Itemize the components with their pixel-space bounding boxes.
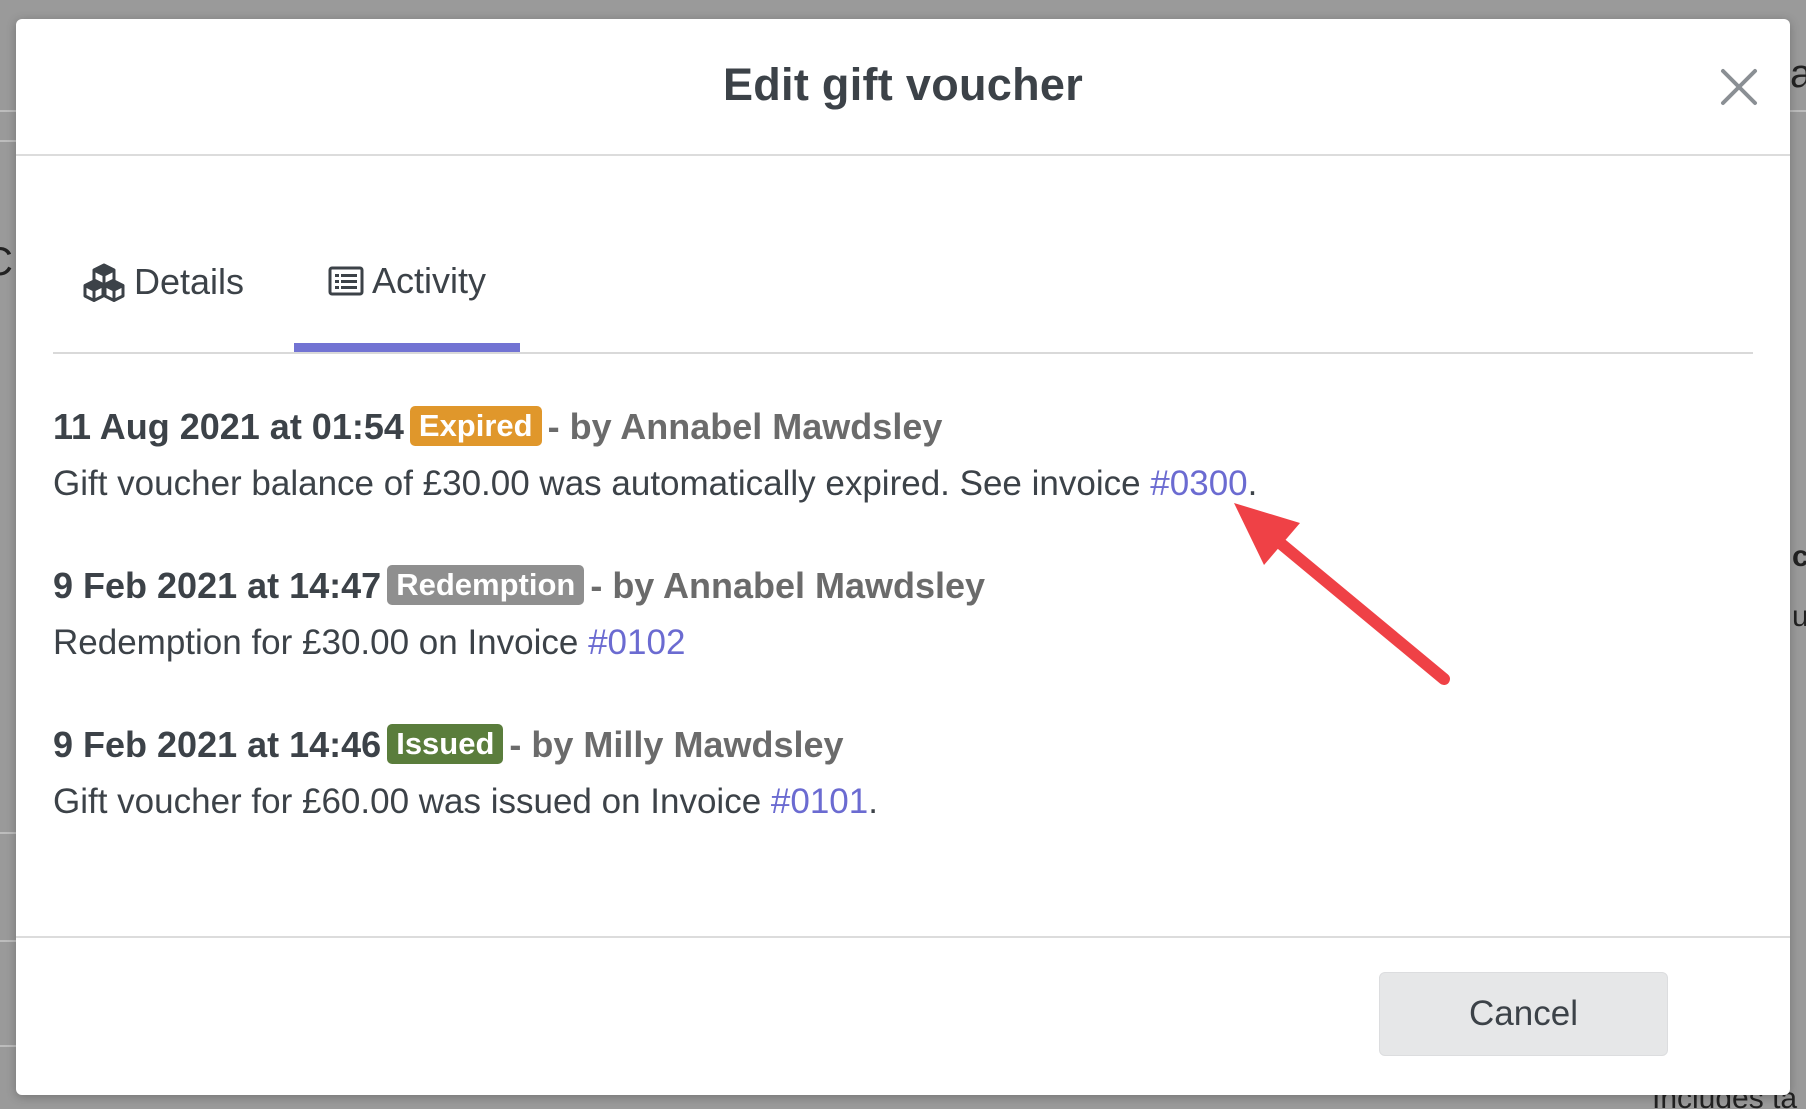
invoice-link-0300[interactable]: #0300	[1150, 464, 1247, 503]
status-badge-issued: Issued	[387, 724, 504, 764]
tab-activity-label: Activity	[371, 260, 486, 301]
activity-text: Gift voucher for £60.00 was issued on In…	[53, 782, 771, 821]
activity-text: Gift voucher balance of £30.00 was autom…	[53, 464, 1151, 503]
tab-details-label: Details	[134, 260, 245, 302]
activity-text-end: .	[868, 782, 878, 821]
background-divider	[0, 940, 16, 942]
cancel-button[interactable]: Cancel	[1379, 972, 1668, 1056]
tab-bar: Details Activity	[53, 219, 1753, 354]
activity-author: - by Milly Mawdsley	[509, 724, 844, 765]
close-icon	[1721, 69, 1757, 105]
invoice-link-0101[interactable]: #0101	[771, 782, 868, 821]
background-text: C	[0, 240, 13, 285]
activity-log: 11 Aug 2021 at 01:54 Expired - by Annabel …	[53, 399, 1753, 876]
tab-details[interactable]: Details	[82, 219, 244, 352]
status-badge-redemption: Redemption	[387, 565, 585, 605]
modal-header: Edit gift voucher	[16, 19, 1790, 156]
activity-text: Redemption for £30.00 on Invoice	[53, 623, 589, 662]
modal-title: Edit gift voucher	[722, 59, 1084, 110]
background-divider	[0, 140, 16, 142]
activity-description: Gift voucher balance of £30.00 was autom…	[53, 455, 1753, 513]
activity-author: - by Annabel Mawdsley	[590, 565, 986, 606]
activity-description: Gift voucher for £60.00 was issued on In…	[53, 773, 1753, 831]
activity-timestamp: 9 Feb 2021 at 14:47	[53, 565, 382, 606]
activity-entry: 9 Feb 2021 at 14:47 Redemption - by Annabe…	[53, 558, 1753, 672]
activity-author: - by Annabel Mawdsley	[547, 406, 943, 447]
background-divider	[0, 1045, 16, 1047]
activity-entry-header: 9 Feb 2021 at 14:47 Redemption - by Annabe…	[53, 558, 1753, 614]
activity-entry: 9 Feb 2021 at 14:46 Issued - by Milly Mawd…	[53, 717, 1753, 831]
background-text: a	[1790, 52, 1806, 96]
invoice-link-0102[interactable]: #0102	[588, 623, 685, 662]
background-text: u	[1792, 600, 1806, 633]
activity-entry-header: 9 Feb 2021 at 14:46 Issued - by Milly Mawd…	[53, 717, 1753, 773]
activity-entry: 11 Aug 2021 at 01:54 Expired - by Annabel …	[53, 399, 1753, 513]
close-button[interactable]	[1711, 59, 1767, 115]
activity-description: Redemption for £30.00 on Invoice #0102	[53, 614, 1753, 672]
cubes-icon	[82, 262, 126, 302]
status-badge-expired: Expired	[409, 406, 542, 446]
background-divider	[1790, 110, 1806, 112]
background-divider	[0, 110, 16, 112]
activity-timestamp: 11 Aug 2021 at 01:54	[53, 406, 404, 447]
activity-entry-header: 11 Aug 2021 at 01:54 Expired - by Annabel …	[53, 399, 1753, 455]
background-text: c	[1792, 540, 1806, 573]
edit-gift-voucher-modal: Edit gift voucher Details Activity 11 Au…	[16, 19, 1790, 1095]
modal-footer: Cancel	[16, 936, 1790, 1095]
activity-timestamp: 9 Feb 2021 at 14:46	[53, 724, 382, 765]
background-divider	[0, 832, 16, 834]
activity-text-end: .	[1247, 464, 1258, 503]
list-icon	[328, 266, 364, 296]
tab-activity[interactable]: Activity	[294, 219, 520, 352]
